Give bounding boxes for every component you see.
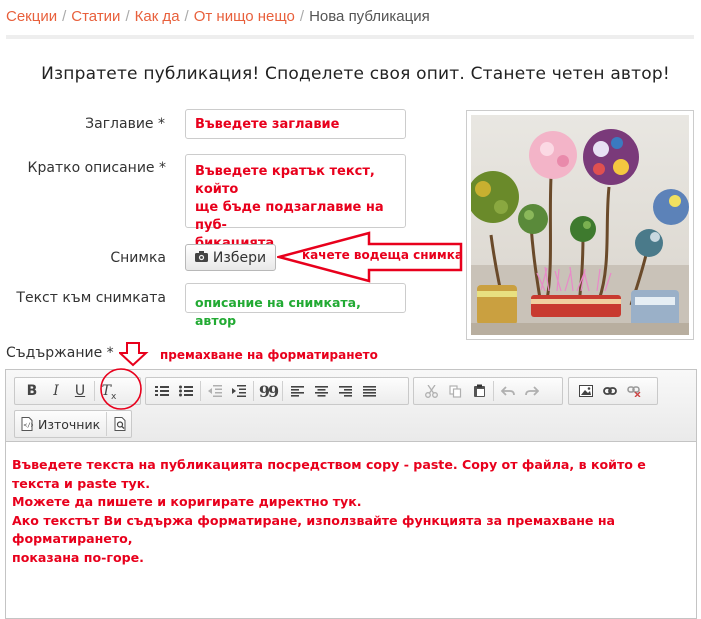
choose-photo-label: Избери bbox=[212, 249, 267, 266]
underline-button[interactable]: U bbox=[68, 379, 92, 403]
svg-text:</>: </> bbox=[24, 422, 34, 429]
annotation-arrow-format bbox=[119, 342, 149, 367]
italic-button[interactable]: I bbox=[44, 379, 68, 403]
align-justify-icon[interactable] bbox=[357, 379, 381, 403]
breadcrumb-separator: / bbox=[299, 8, 305, 25]
annotation-format-hint: премахване на форматирането bbox=[160, 348, 378, 362]
source-button[interactable]: </> Източник bbox=[15, 412, 108, 436]
breadcrumb-link-articles[interactable]: Статии bbox=[71, 8, 120, 25]
image-icon[interactable] bbox=[574, 379, 598, 403]
align-left-icon[interactable] bbox=[285, 379, 309, 403]
breadcrumb-current: Нова публикация bbox=[309, 8, 430, 25]
blockquote-button[interactable]: 99 bbox=[256, 379, 280, 403]
toolbar-group-clipboard bbox=[413, 377, 563, 405]
summary-line: ще бъде подзаглавие на пуб- bbox=[195, 200, 384, 233]
page-title: Изпратете публикация! Споделете своя опи… bbox=[41, 64, 670, 84]
source-icon: </> bbox=[21, 417, 33, 431]
undo-icon[interactable] bbox=[496, 379, 520, 403]
preview-icon[interactable] bbox=[110, 412, 131, 436]
breadcrumb-separator: / bbox=[62, 8, 67, 25]
photo-label: Снимка bbox=[110, 250, 166, 266]
numbered-list-icon[interactable] bbox=[150, 379, 174, 403]
breadcrumb-link-sections[interactable]: Секции bbox=[6, 8, 57, 25]
align-center-icon[interactable] bbox=[309, 379, 333, 403]
toolbar-separator bbox=[253, 381, 254, 401]
breadcrumb-link-from-nothing[interactable]: От нищо нещо bbox=[194, 8, 295, 25]
annotation-circle bbox=[100, 368, 142, 410]
breadcrumb: Секции / Статии / Как да / От нищо нещо / Нова п… bbox=[6, 7, 694, 39]
outdent-icon[interactable] bbox=[203, 379, 227, 403]
editor-line: показана по-горе. bbox=[12, 549, 144, 565]
editor-toolbar: B I U Tx 99 </> Източник bbox=[6, 368, 696, 442]
summary-label: Кратко описание * bbox=[27, 160, 166, 176]
toolbar-group-paragraph: 99 bbox=[145, 377, 409, 405]
cut-icon[interactable] bbox=[419, 379, 443, 403]
indent-icon[interactable] bbox=[227, 379, 251, 403]
content-label: Съдържание * bbox=[6, 345, 114, 361]
unlink-icon[interactable] bbox=[622, 379, 646, 403]
editor-line: Въведете текста на публикацията посредст… bbox=[12, 457, 646, 491]
toolbar-group-insert bbox=[568, 377, 658, 405]
content-editor: B I U Tx 99 </> Източник Въведете текста… bbox=[5, 368, 697, 619]
breadcrumb-separator: / bbox=[125, 8, 130, 25]
breadcrumb-separator: / bbox=[184, 8, 189, 25]
bulleted-list-icon[interactable] bbox=[174, 379, 198, 403]
toolbar-group-document: </> Източник bbox=[14, 410, 132, 438]
editor-line: Ако текстът Ви съдържа форматиране, изпо… bbox=[12, 512, 616, 547]
preview-image bbox=[466, 110, 694, 340]
title-input[interactable]: Въведете заглавие bbox=[185, 109, 406, 139]
align-right-icon[interactable] bbox=[333, 379, 357, 403]
editor-content[interactable]: Въведете текста на публикацията посредст… bbox=[6, 442, 696, 567]
camera-icon bbox=[194, 250, 208, 266]
choose-photo-button[interactable]: Избери bbox=[185, 244, 276, 271]
source-label: Източник bbox=[38, 416, 101, 432]
photo-caption-input[interactable]: описание на снимката, автор bbox=[185, 283, 406, 328]
link-icon[interactable] bbox=[598, 379, 622, 403]
annotation-photo-hint: качете водеща снимка bbox=[302, 248, 463, 262]
copy-icon[interactable] bbox=[443, 379, 467, 403]
toolbar-separator bbox=[94, 381, 95, 401]
summary-textarea[interactable]: Въведете кратък текст, който ще бъде под… bbox=[185, 154, 406, 251]
title-label: Заглавие * bbox=[85, 116, 165, 132]
editor-line: Можете да пишете и коригирате директно т… bbox=[12, 494, 362, 509]
bold-button[interactable]: B bbox=[20, 379, 44, 403]
toolbar-separator bbox=[200, 381, 201, 401]
redo-icon[interactable] bbox=[520, 379, 544, 403]
summary-line: Въведете кратък текст, който bbox=[195, 164, 375, 197]
paste-icon[interactable] bbox=[467, 379, 491, 403]
photo-caption-label: Текст към снимката bbox=[16, 290, 166, 306]
toolbar-separator bbox=[282, 381, 283, 401]
breadcrumb-link-howto[interactable]: Как да bbox=[135, 8, 180, 25]
toolbar-separator bbox=[493, 381, 494, 401]
